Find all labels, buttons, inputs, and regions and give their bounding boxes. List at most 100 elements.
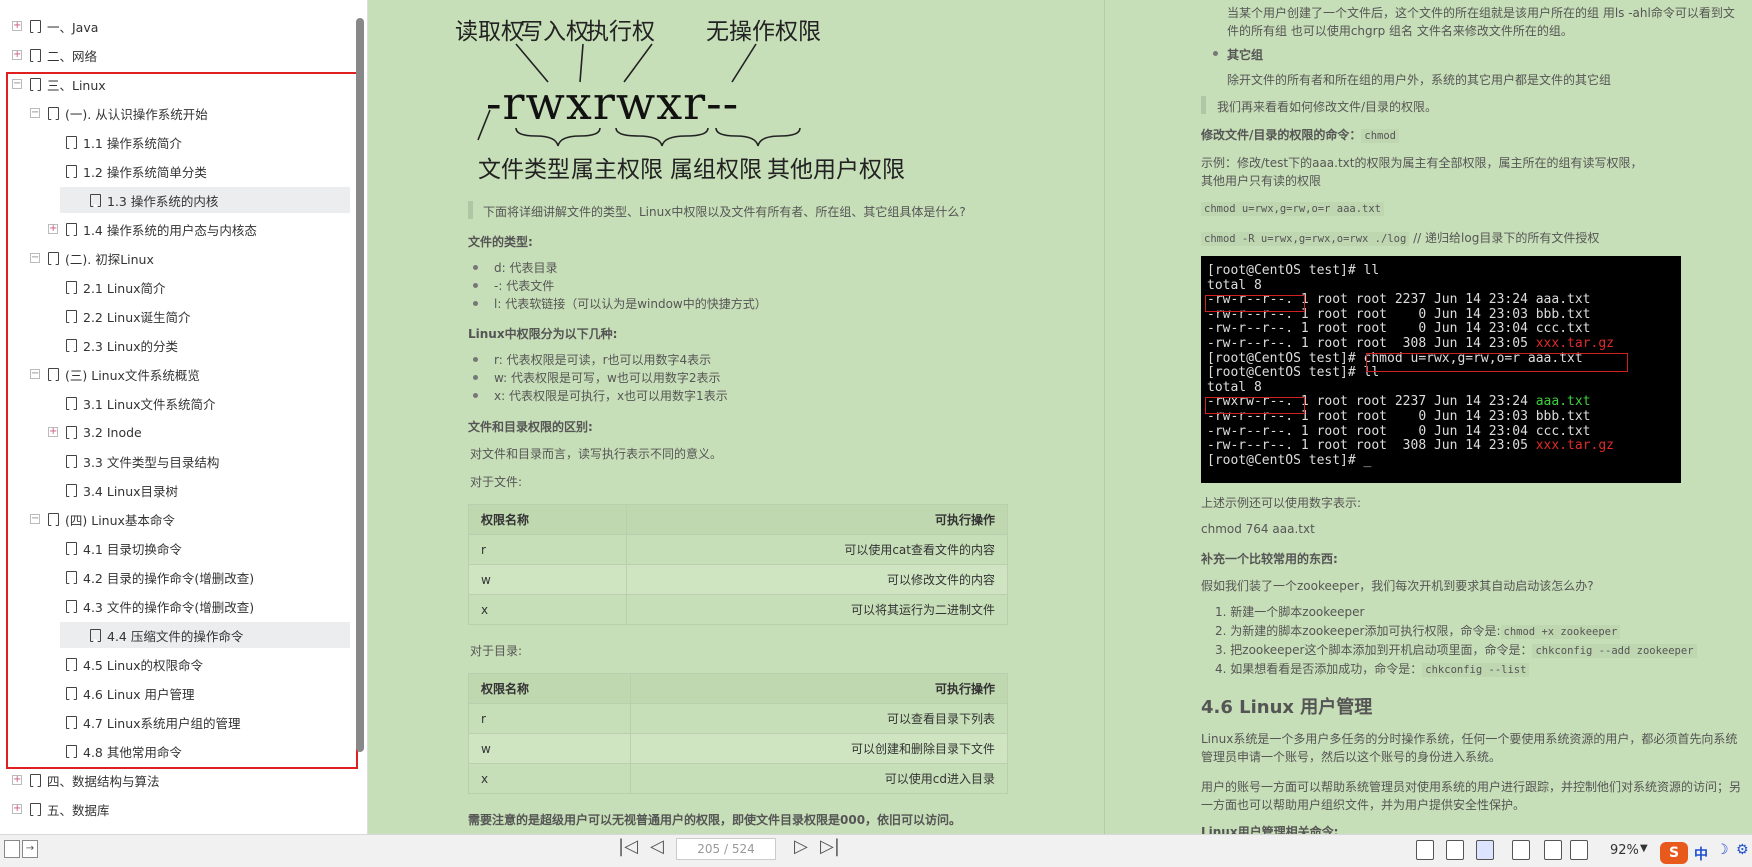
dir-label: 对于目录: — [470, 644, 523, 658]
example-text: 其他用户只有读的权限 — [1201, 174, 1322, 188]
table-cell: 可以创建和删除目录下文件 — [630, 733, 1008, 764]
sidebar-scrollbar[interactable] — [356, 18, 364, 752]
code-chmod-recursive: chmod -R u=rwx,g=rwx,o=rwx ./log — [1201, 232, 1410, 246]
diagram-permission-string: -rwxrwxr-- — [486, 76, 740, 130]
table-header: 权限名称 — [468, 673, 631, 704]
expand-icon[interactable]: + — [12, 50, 22, 60]
diagram-label-filetype: 文件类型 — [478, 157, 570, 183]
dir-permission-table: 权限名称 可执行操作 r 可以查看目录下列表 w 可以创建和删除目录下文件 x 可以使用… — [468, 673, 1008, 794]
diff-text: 对文件和目录而言，读写执行表示不同的意义。 — [470, 447, 723, 461]
diagram-label-owner: 属主权限 — [571, 157, 663, 183]
terminal-text: -rw-r--r--. 1 root root 0 Jun 14 23:04 c… — [1207, 321, 1591, 337]
expand-icon[interactable]: + — [12, 775, 22, 785]
table-cell: x — [468, 763, 631, 794]
toc-item[interactable]: + 一、Java — [12, 13, 340, 39]
quote-text: 我们再来看看如何修改文件/目录的权限。 — [1217, 100, 1438, 114]
intro-text: 下面将详细讲解文件的类型、Linux中权限以及文件有所有者、所在组、其它组具体是… — [483, 205, 966, 219]
term-highlight — [1205, 295, 1305, 312]
terminal-text: total 8 — [1207, 277, 1262, 293]
user-text: 用户的账号一方面可以帮助系统管理员对使用系统的用户进行跟踪，并控制他们对系统资源… — [1201, 780, 1742, 794]
first-page-icon[interactable]: |◁ — [618, 836, 638, 857]
example-text: 示例：修改/test下的aaa.txt的权限为属主有全部权限，属主所在的组有读写… — [1201, 156, 1643, 170]
terminal-line: total 8 — [1207, 277, 1675, 294]
step-number: 1. — [1215, 605, 1231, 619]
sidebar-toggle-icon[interactable] — [4, 840, 20, 858]
terminal-text: aaa.txt — [1535, 394, 1591, 410]
diagram-label-group: 属组权限 — [670, 157, 762, 183]
table-cell: 可以查看目录下列表 — [630, 703, 1008, 734]
table-cell: 可以修改文件的内容 — [626, 564, 1008, 595]
bookmark-icon — [30, 773, 41, 787]
terminal-line: -rw-r--r--. 1 root root 308 Jun 14 23:05… — [1207, 438, 1675, 454]
table-cell: 可以使用cat查看文件的内容 — [626, 534, 1008, 565]
ime-language[interactable]: 中 — [1694, 844, 1708, 864]
user-text: Linux系统是一个多用户多任务的分时操作系统，任何一个要使用系统资源的用户，都… — [1201, 732, 1738, 746]
table-cell: 可以使用cd进入目录 — [630, 763, 1008, 794]
terminal-line: [root@CentOS test]# ll — [1207, 263, 1675, 279]
sogou-ime-icon[interactable]: S — [1660, 842, 1688, 864]
superuser-note: 需要注意的是超级用户可以无视普通用户的权限，即使文件目录权限是000，依旧可以访… — [468, 813, 962, 827]
cmd-line: 修改文件/目录的权限的命令： chmod — [1201, 126, 1399, 143]
user-cmds-heading: Linux用户管理相关命令: — [1201, 825, 1339, 834]
last-page-icon[interactable]: ▷| — [820, 836, 840, 857]
step-text: 为新建的脚本zookeeper添加可执行权限，命令是: — [1230, 624, 1501, 638]
zoom-dropdown-icon[interactable]: ▼ — [1640, 843, 1648, 854]
ime-moon-icon[interactable]: ☽ — [1716, 842, 1729, 858]
step-code: chkconfig --add zookeeper — [1532, 644, 1697, 658]
bookmark-icon — [30, 48, 41, 62]
table-cell: w — [468, 564, 627, 595]
terminal-text: -rw-r--r--. 1 root root 308 Jun 14 23:05 — [1207, 438, 1536, 454]
toc-item[interactable]: + 五、数据库 — [12, 796, 340, 822]
fit-width-icon[interactable] — [1476, 840, 1494, 860]
page-number-input[interactable]: 205 / 524 — [676, 838, 776, 860]
table-cell: w — [468, 733, 631, 764]
export-icon[interactable]: → — [22, 840, 38, 858]
terminal-text: -rw-r--r--. 1 root root 0 Jun 14 23:04 c… — [1207, 423, 1591, 439]
toc-item-label: 一、Java — [47, 19, 99, 35]
group-text: 件的所有组 也可以使用chgrp 组名 文件名来修改文件所在的组。 — [1227, 24, 1573, 38]
single-page-view-icon[interactable] — [1416, 840, 1434, 860]
toc-item[interactable]: + 二、网络 — [12, 42, 340, 68]
step-number: 4. — [1215, 662, 1231, 676]
file-permission-table: 权限名称 可执行操作 r 可以使用cat查看文件的内容 w 可以修改文件的内容 x 可以… — [468, 504, 1008, 625]
numeric-text: 上述示例还可以使用数字表示: — [1201, 496, 1362, 510]
code-line: chmod u=rwx,g=rw,o=r aaa.txt — [1201, 201, 1385, 216]
type-item: l: 代表软链接（可以认为是window中的快捷方式） — [494, 297, 767, 311]
expand-icon[interactable]: + — [12, 21, 22, 31]
diagram-label-others: 其他用户权限 — [767, 157, 905, 183]
perms-heading: Linux中权限分为以下几种: — [468, 327, 618, 341]
ime-settings-icon[interactable]: ⚙ — [1736, 842, 1749, 858]
step-code: chkconfig --list — [1422, 663, 1530, 677]
two-page-view-icon[interactable] — [1570, 840, 1588, 860]
type-item: d: 代表目录 — [494, 261, 558, 275]
table-cell: x — [468, 594, 627, 625]
group-text: 当某个用户创建了一个文件后，这个文件的所在组就是该用户所在的组 用ls -ahl… — [1227, 6, 1735, 20]
continuous-view-icon[interactable] — [1512, 840, 1530, 860]
type-item: -: 代表文件 — [494, 279, 555, 293]
toc-item-label: 二、网络 — [47, 48, 98, 64]
prev-page-icon[interactable]: ◁ — [650, 836, 664, 857]
step-item: 2. 为新建的脚本zookeeper添加可执行权限，命令是: chmod +x z… — [1215, 622, 1621, 639]
step-item: 1. 新建一个脚本zookeeper — [1215, 603, 1364, 620]
next-page-icon[interactable]: ▷ — [794, 836, 808, 857]
step-code: chmod +x zookeeper — [1500, 625, 1621, 639]
table-header: 权限名称 — [468, 504, 627, 535]
expand-icon[interactable]: + — [12, 804, 22, 814]
terminal-line: -rw-r--r--. 1 root root 308 Jun 14 23:05… — [1207, 335, 1675, 352]
user-text: 管理员申请一个账号，然后以这个账号的身份进入系统。 — [1201, 750, 1502, 764]
zoom-level[interactable]: 92% — [1610, 843, 1639, 858]
fit-page-icon[interactable] — [1446, 840, 1464, 860]
perm-item: r: 代表权限是可读，r也可以用数字4表示 — [494, 353, 712, 367]
cmd-label: 修改文件/目录的权限的命令： — [1201, 128, 1362, 142]
document-page-left: 读取权 写入权 执行权 无操作权限 -rwxrwxr-- 文件类型 属主权限 属… — [368, 0, 1104, 834]
section-heading-4-6: 4.6 Linux 用户管理 — [1201, 697, 1373, 718]
toc-item[interactable]: + 四、数据结构与算法 — [12, 767, 340, 793]
toc-sidebar: + 一、Java + 二、网络 − 三、Linux − (一). 从认识操作系统开始 1.1 操… — [0, 0, 368, 834]
document-page-right: 当某个用户创建了一个文件后，这个文件的所在组就是该用户所在的组 用ls -ahl… — [1104, 0, 1752, 834]
bookmark-icon — [30, 19, 41, 33]
terminal-text: xxx.tar.gz — [1535, 335, 1615, 351]
terminal-text: xxx.tar.gz — [1535, 438, 1615, 454]
scroll-view-icon[interactable] — [1544, 840, 1562, 860]
terminal-text: [root@CentOS test]# _ — [1207, 452, 1372, 468]
table-cell: r — [468, 534, 627, 565]
